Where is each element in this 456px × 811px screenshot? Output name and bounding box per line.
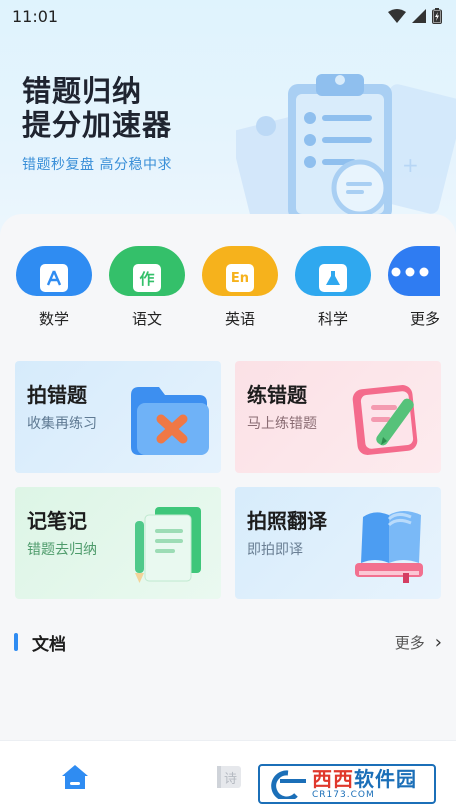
flask-icon	[319, 264, 347, 292]
card-practice-mistakes[interactable]: 练错题 马上练错题	[235, 361, 441, 473]
subject-science-badge	[295, 246, 371, 296]
subject-math[interactable]: 数学	[16, 246, 92, 329]
more-dots-icon	[391, 267, 429, 277]
subject-chinese-badge: 作	[109, 246, 185, 296]
subject-math-label: 数学	[38, 310, 69, 328]
card-practice-mistakes-desc: 马上练错题	[247, 416, 317, 432]
poem-tab-icon[interactable]: 诗	[214, 763, 244, 791]
subject-more-badge	[388, 246, 440, 296]
status-time: 11:01	[12, 6, 59, 26]
documents-more-label: 更多	[394, 633, 425, 652]
notes-pencil-icon	[135, 507, 201, 583]
folder-x-icon	[131, 387, 209, 455]
site-watermark: 西西软件园 CR173.COM	[258, 764, 436, 804]
subject-science-label: 科学	[317, 310, 348, 328]
svg-text:+: +	[402, 153, 419, 177]
card-capture-mistakes-desc: 收集再练习	[27, 416, 97, 432]
watermark-name: 西西软件园	[312, 768, 417, 790]
signal-icon	[412, 9, 426, 23]
chevron-right-icon: ›	[434, 631, 442, 653]
card-photo-translate-title: 拍照翻译	[247, 509, 327, 533]
watermark-name-part-a: 西西	[312, 767, 354, 791]
card-take-notes[interactable]: 记笔记 错题去归纳	[15, 487, 221, 599]
card-practice-mistakes-title: 练错题	[247, 383, 307, 407]
status-bar: 11:01	[0, 0, 456, 32]
subject-more[interactable]: 更多	[388, 246, 440, 329]
subject-row: 数学 作 语文 En 英语 科学 更多	[16, 246, 440, 336]
documents-section-header: 文档 更多 ›	[14, 628, 442, 656]
card-take-notes-title: 记笔记	[27, 509, 87, 533]
home-icon[interactable]	[60, 763, 90, 791]
battery-icon	[432, 8, 442, 24]
card-capture-mistakes-title: 拍错题	[27, 383, 87, 407]
subject-english-badge: En	[202, 246, 278, 296]
card-photo-translate[interactable]: 拍照翻译 即拍即译	[235, 487, 441, 599]
hero-subtitle: 错题秒复盘 高分稳中求	[22, 157, 172, 173]
documents-title: 文档	[32, 634, 66, 655]
card-take-notes-desc: 错题去归纳	[27, 542, 97, 558]
subject-chinese[interactable]: 作 语文	[109, 246, 185, 329]
subject-more-label: 更多	[410, 310, 440, 328]
clipboard-illustration: +	[236, 74, 456, 220]
compass-icon	[40, 264, 68, 292]
watermark-name-part-b: 软件园	[354, 767, 417, 791]
watermark-logo-icon	[271, 770, 306, 799]
status-icons	[388, 8, 442, 24]
documents-title-group: 文档	[14, 630, 66, 655]
english-en-icon: En	[226, 264, 254, 292]
watermark-text: 西西软件园 CR173.COM	[312, 768, 417, 800]
chinese-char-icon: 作	[133, 264, 161, 292]
documents-more-link[interactable]: 更多 ›	[395, 632, 442, 653]
subject-chinese-label: 语文	[131, 310, 162, 328]
subject-science[interactable]: 科学	[295, 246, 371, 329]
card-photo-translate-desc: 即拍即译	[247, 542, 303, 558]
hero-title-line1: 错题归纳	[22, 74, 143, 108]
watermark-url: CR173.COM	[312, 790, 375, 800]
section-accent-bar	[14, 633, 18, 651]
hero-title-line2: 提分加速器	[22, 108, 173, 142]
notebook-pen-icon	[352, 385, 418, 455]
card-capture-mistakes[interactable]: 拍错题 收集再练习	[15, 361, 221, 473]
poem-tab-char: 诗	[224, 772, 238, 787]
subject-english-label: 英语	[224, 310, 255, 328]
open-book-icon	[355, 511, 423, 583]
subject-math-badge	[16, 246, 92, 296]
subject-english[interactable]: En 英语	[202, 246, 278, 329]
wifi-icon	[388, 9, 406, 23]
hero-title: 错题归纳 提分加速器	[22, 74, 172, 142]
